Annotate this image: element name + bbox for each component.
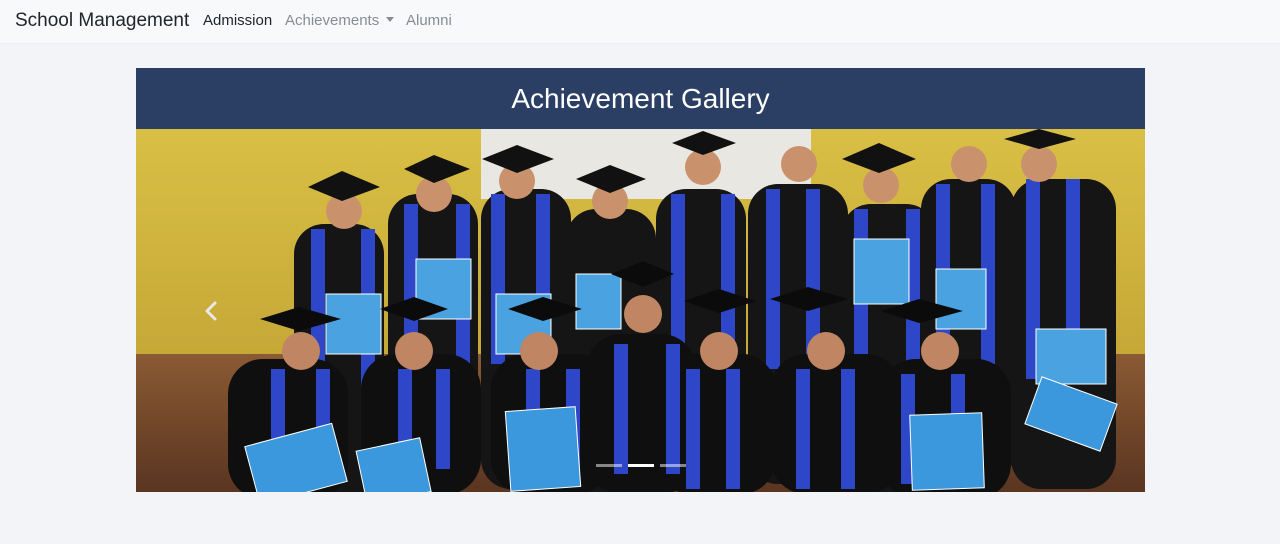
navbar: School Management Admission Achievements… (0, 0, 1280, 44)
carousel-indicators (136, 464, 1145, 470)
caret-down-icon (386, 16, 395, 22)
brand-title[interactable]: School Management (15, 10, 189, 32)
achievement-gallery-carousel: Achievement Gallery (136, 68, 1145, 492)
gallery-title: Achievement Gallery (136, 68, 1145, 129)
chevron-left-icon (205, 301, 217, 321)
carousel-prev-button[interactable] (196, 294, 226, 328)
nav-link-admission[interactable]: Admission (203, 12, 272, 29)
nav-link-achievements-dropdown[interactable]: Achievements (285, 12, 395, 29)
nav-link-alumni[interactable]: Alumni (406, 12, 452, 29)
carousel-slide-image (136, 129, 1145, 492)
carousel-indicator-2[interactable] (627, 464, 654, 467)
carousel-indicator-1[interactable] (595, 464, 622, 467)
carousel-indicator-3[interactable] (659, 464, 686, 467)
nav-link-achievements-label: Achievements (285, 12, 380, 29)
